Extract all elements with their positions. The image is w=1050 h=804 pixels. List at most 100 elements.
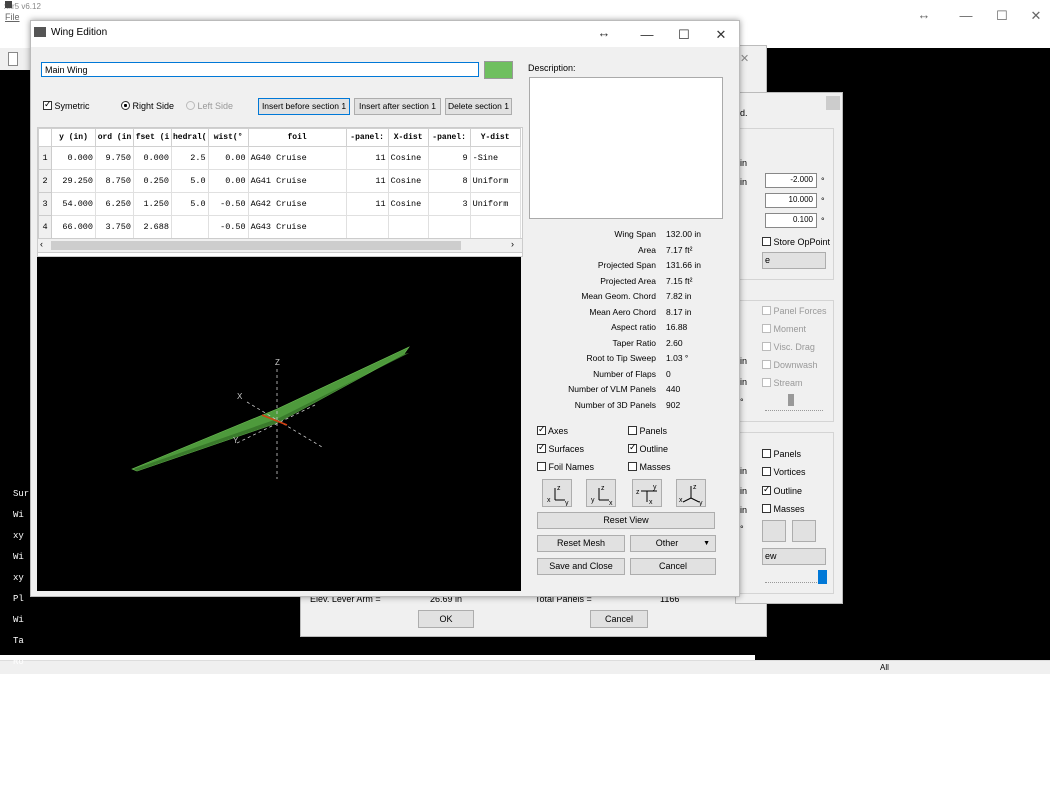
table-cell[interactable] [469,215,521,239]
outline-checkbox[interactable]: Outline [628,442,668,454]
vortices-checkbox[interactable]: Vortices [762,466,806,477]
panels-checkbox[interactable]: Panels [628,425,667,436]
table-cell[interactable] [387,215,429,239]
masses-checkbox[interactable]: Masses [628,461,671,472]
table-cell[interactable]: AG41 Cruise [247,169,347,193]
table-cell[interactable]: Cosine [387,192,429,216]
stream-checkbox[interactable]: Stream [762,377,803,388]
table-cell[interactable]: Cosine [387,169,429,193]
view-xz-button[interactable]: zx y [542,479,572,507]
ok-button[interactable]: OK [418,610,474,628]
value-spinbox[interactable]: 0.100 [765,213,817,228]
view-slider[interactable] [765,582,817,584]
close-button[interactable]: ✕ [1026,8,1046,24]
subdialog-scroll[interactable] [826,96,840,110]
table-cell[interactable]: 0.250 [133,169,172,193]
table-cell[interactable]: 3.750 [95,215,134,239]
symetric-checkbox[interactable]: Symetric [43,99,90,111]
view-iso-button[interactable] [792,520,816,542]
outline-checkbox-bg[interactable]: Outline [762,484,802,496]
table-cell[interactable]: 5.0 [171,169,209,193]
surfaces-checkbox[interactable]: Surfaces [537,442,584,454]
table-cell[interactable]: 8.750 [95,169,134,193]
table-cell[interactable]: Uniform [469,169,521,193]
moment-checkbox[interactable]: Moment [762,323,806,334]
table-cell[interactable]: -0.50 [207,192,249,216]
panels-checkbox[interactable]: Panels [762,448,801,459]
wing-minimize-button[interactable]: — [637,27,657,42]
scroll-left-icon[interactable]: ‹ [40,239,43,249]
value-spinbox[interactable]: 10.000 [765,193,817,208]
table-row[interactable]: 2 29.250 8.750 0.250 5.0 0.00 AG41 Cruise 11 Cos… [38,169,521,193]
table-cell[interactable]: 2.688 [133,215,172,239]
table-cell[interactable]: 0.00 [207,169,249,193]
masses-checkbox-bg[interactable]: Masses [762,503,805,514]
table-cell[interactable]: 3 [427,192,471,216]
e-button[interactable]: e [762,252,826,269]
table-cell[interactable]: Cosine [387,146,429,170]
view-xy-button[interactable]: z y x [632,479,662,507]
reset-mesh-button[interactable]: Reset Mesh [537,535,625,552]
right-side-radio[interactable]: Right Side [121,100,174,111]
table-scrollbar-thumb[interactable] [51,241,461,250]
table-cell[interactable]: 1.250 [133,192,172,216]
table-row[interactable]: 1 0.000 9.750 0.000 2.5 0.00 AG40 Cruise 11 Cosi… [38,146,521,170]
wing-maximize-button[interactable]: ☐ [674,27,694,43]
table-cell[interactable]: 0.000 [133,146,172,170]
save-and-close-button[interactable]: Save and Close [537,558,625,575]
other-menu-button[interactable]: Other ▼ [630,535,716,552]
downwash-checkbox[interactable]: Downwash [762,359,818,370]
table-cell[interactable]: AG42 Cruise [247,192,347,216]
table-cell[interactable]: AG40 Cruise [247,146,347,170]
table-cell[interactable] [171,215,209,239]
panel-forces-checkbox[interactable]: Panel Forces [762,305,827,316]
table-cell[interactable]: 11 [345,169,389,193]
foil-names-checkbox[interactable]: Foil Names [537,461,594,472]
left-side-radio[interactable]: Left Side [186,100,233,111]
stream-slider-handle[interactable] [788,394,794,406]
table-cell[interactable]: -0.50 [207,215,249,239]
table-cell[interactable] [427,215,471,239]
background-dialog-close[interactable]: ✕ [740,52,749,65]
table-cell[interactable]: Uniform [469,192,521,216]
toolbar-button[interactable] [8,52,18,66]
description-textarea[interactable] [529,77,723,219]
view-iso-button[interactable]: z x y [676,479,706,507]
axes-checkbox[interactable]: Axes [537,424,568,436]
minimize-button[interactable]: — [956,8,976,23]
table-row[interactable]: 3 54.000 6.250 1.250 5.0 -0.50 AG42 Cruise 11 Co… [38,192,521,216]
insert-after-button[interactable]: Insert after section 1 [354,98,441,115]
stream-slider[interactable] [765,400,823,411]
view-xz-button[interactable] [762,520,786,542]
delete-section-button[interactable]: Delete section 1 [445,98,512,115]
view-slider-handle[interactable] [818,570,827,584]
table-row[interactable]: 4 66.000 3.750 2.688 -0.50 AG43 Cruise [38,215,521,239]
menu-file[interactable]: File [5,12,20,22]
table-cell[interactable]: 9 [427,146,471,170]
table-cell[interactable] [345,215,389,239]
view-yz-button[interactable]: zy x [586,479,616,507]
maximize-button[interactable]: ☐ [992,8,1012,24]
wing-3d-view[interactable]: Z X Y [37,257,521,591]
value-spinbox[interactable]: -2.000 [765,173,817,188]
wing-color-button[interactable] [484,61,513,79]
table-cell[interactable]: 2.5 [171,146,209,170]
visc-drag-checkbox[interactable]: Visc. Drag [762,341,815,352]
table-cell[interactable]: 5.0 [171,192,209,216]
table-cell[interactable]: -Sine [469,146,521,170]
view-button-bg[interactable]: ew [762,548,826,565]
wing-name-input[interactable]: Main Wing [41,62,479,77]
table-cell[interactable]: 11 [345,192,389,216]
table-cell[interactable]: 66.000 [51,215,96,239]
table-cell[interactable]: AG43 Cruise [247,215,347,239]
table-cell[interactable]: 11 [345,146,389,170]
table-cell[interactable]: 0.00 [207,146,249,170]
table-cell[interactable]: 29.250 [51,169,96,193]
table-cell[interactable]: 6.250 [95,192,134,216]
table-cell[interactable]: 0.000 [51,146,96,170]
reset-view-button[interactable]: Reset View [537,512,715,529]
table-cell[interactable]: 8 [427,169,471,193]
table-cell[interactable]: 54.000 [51,192,96,216]
scroll-right-icon[interactable]: › [511,239,514,249]
insert-before-button[interactable]: Insert before section 1 [258,98,350,115]
